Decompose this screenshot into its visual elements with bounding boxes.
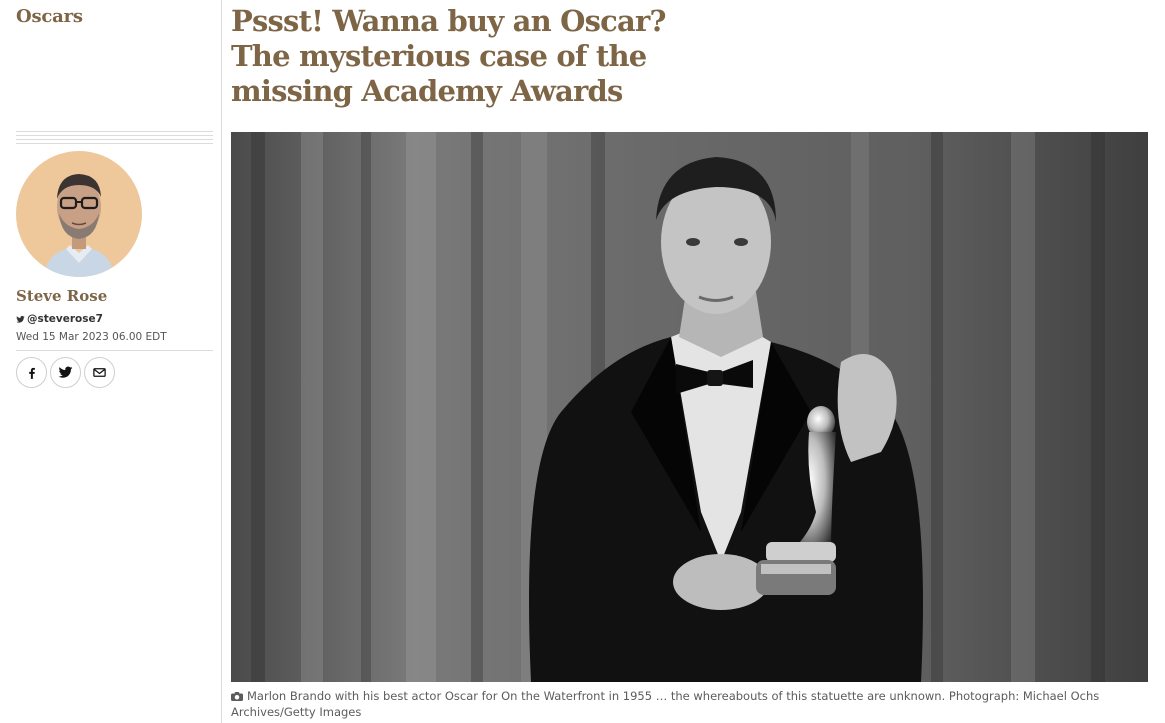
email-icon — [93, 368, 106, 377]
article-meta-column: Oscars Steve Rose @steverose7 Wed 15 Mar… — [0, 0, 222, 723]
share-buttons — [16, 357, 115, 388]
twitter-handle: @steverose7 — [27, 313, 103, 325]
article-headline: Pssst! Wanna buy an Oscar? The mysteriou… — [231, 4, 667, 108]
author-twitter[interactable]: @steverose7 — [16, 313, 103, 325]
twitter-bird-icon — [16, 315, 25, 323]
meta-divider — [16, 350, 213, 351]
avatar — [16, 151, 142, 277]
publish-date: Wed 15 Mar 2023 06.00 EDT — [16, 331, 167, 343]
section-link[interactable]: Oscars — [16, 6, 83, 27]
caption-text: Marlon Brando with his best actor Oscar … — [231, 689, 1100, 719]
share-email-button[interactable] — [84, 357, 115, 388]
share-facebook-button[interactable] — [16, 357, 47, 388]
share-twitter-button[interactable] — [50, 357, 81, 388]
main-media-image[interactable] — [231, 132, 1148, 682]
image-caption: Marlon Brando with his best actor Oscar … — [231, 688, 1111, 720]
camera-icon — [231, 692, 243, 701]
facebook-icon — [28, 367, 35, 379]
article-page: Oscars Steve Rose @steverose7 Wed 15 Mar… — [0, 0, 1165, 723]
author-name[interactable]: Steve Rose — [16, 287, 107, 305]
twitter-icon — [58, 366, 73, 378]
meta-divider-lines — [16, 131, 213, 144]
